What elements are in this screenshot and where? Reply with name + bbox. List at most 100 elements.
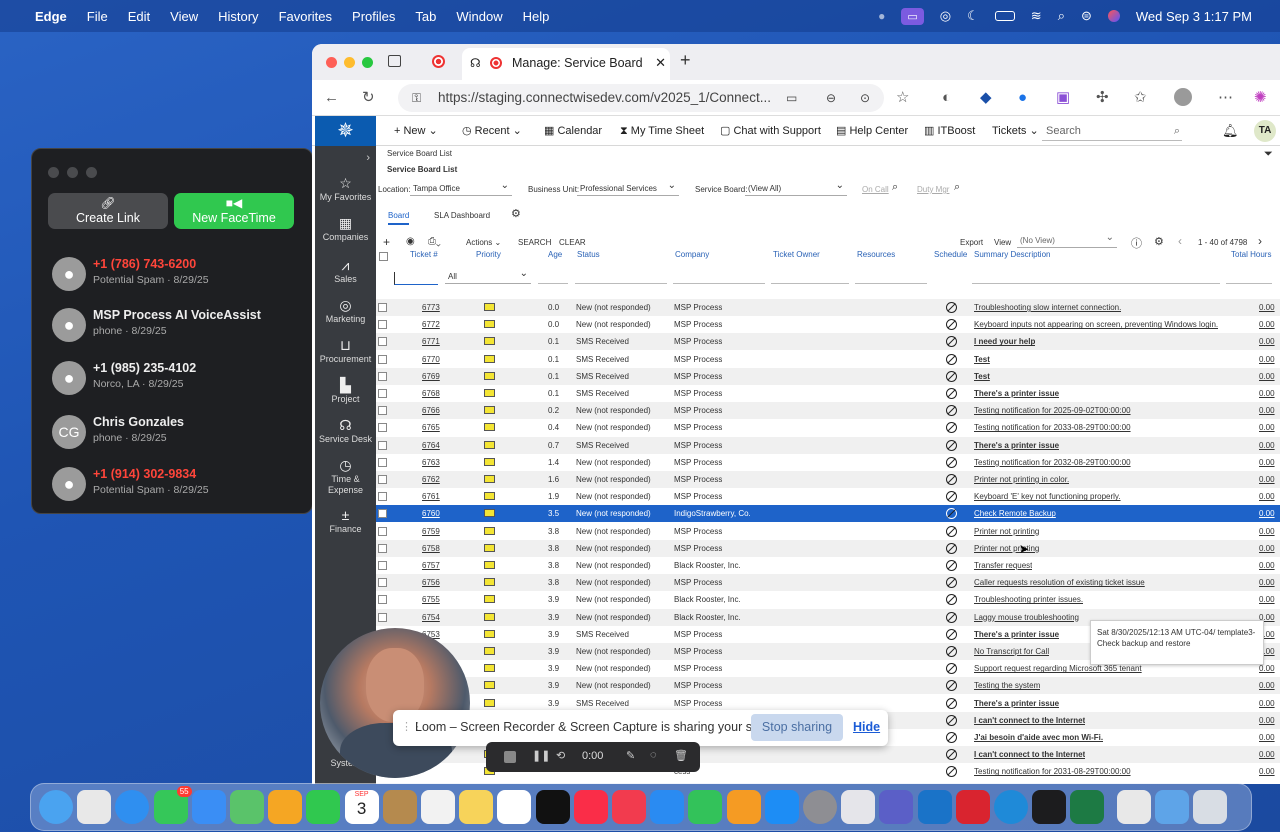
ticket-summary[interactable]: Check Remote Backup	[974, 505, 1056, 522]
downloads-icon[interactable]	[1154, 790, 1189, 824]
zoom-icon[interactable]: ⊖	[826, 84, 836, 112]
hide-button[interactable]: Hide	[853, 720, 880, 734]
parallels-icon[interactable]	[955, 790, 990, 824]
total-hours[interactable]: 0.00	[1259, 488, 1275, 505]
menubar-clock[interactable]: Wed Sep 3 1:17 PM	[1136, 9, 1252, 24]
schedule-icon[interactable]	[946, 646, 957, 657]
launchpad-icon[interactable]	[77, 790, 112, 824]
col-total-hours[interactable]: Total Hours	[1231, 250, 1271, 259]
refresh-icon[interactable]: ↻	[362, 90, 375, 106]
loom-camera-bubble[interactable]	[320, 628, 470, 778]
total-hours[interactable]: 0.00	[1259, 402, 1275, 419]
new-tab-button[interactable]: +	[680, 50, 691, 71]
ticket-row[interactable]: 6760 3.5 New (not responded) IndigoStrawber…	[376, 505, 1280, 523]
schedule-icon[interactable]	[946, 663, 957, 675]
filter-icon[interactable]: ⏷	[1264, 148, 1273, 161]
mail-icon[interactable]	[191, 790, 226, 824]
new-menu[interactable]: + New ⌄	[394, 116, 438, 146]
maps-icon[interactable]	[230, 790, 264, 824]
location-select[interactable]: Tampa Office	[410, 179, 512, 196]
ticket-summary[interactable]: Laggy mouse troubleshooting	[974, 609, 1079, 626]
ticket-row[interactable]: 6770 0.1 SMS Received MSP Process Test 0.00	[376, 351, 1280, 368]
export-button[interactable]: Export	[960, 238, 983, 247]
row-checkbox[interactable]	[378, 389, 387, 398]
close-window-button[interactable]	[326, 57, 337, 68]
control-center-icon[interactable]: ⊜	[1081, 8, 1092, 24]
more-menu-icon[interactable]: ⋯	[1218, 90, 1233, 106]
schedule-icon[interactable]	[946, 542, 957, 554]
schedule-icon[interactable]	[946, 370, 957, 382]
recent-call-item[interactable]: ● +1 (985) 235-4102 Norco, LA · 8/29/25	[52, 357, 302, 397]
menu-app-name[interactable]: Edge	[35, 9, 67, 24]
ticket-summary[interactable]: Keyboard 'E' key not functioning properl…	[974, 488, 1121, 505]
ticket-row[interactable]: 6755 3.9 New (not responded) Black Rooster,…	[376, 591, 1280, 608]
appletv-icon[interactable]	[535, 790, 570, 824]
extension-2-icon[interactable]: ◆	[980, 90, 992, 106]
sidebar-item-project[interactable]: ▙ Project	[315, 376, 376, 405]
menu-tab[interactable]: Tab	[415, 9, 436, 24]
status-filter[interactable]	[575, 283, 667, 284]
ticket-number[interactable]: 6769	[422, 368, 440, 385]
help-icon[interactable]: ⓘ	[1131, 235, 1142, 251]
breadcrumb[interactable]: Service Board List	[387, 149, 452, 158]
tab-board[interactable]: Board	[388, 211, 410, 225]
total-hours[interactable]: 0.00	[1259, 333, 1275, 350]
owner-filter[interactable]	[771, 283, 849, 284]
recent-call-item[interactable]: CG Chris Gonzales phone · 8/29/25	[52, 411, 302, 451]
row-checkbox[interactable]	[378, 303, 387, 312]
teams-icon[interactable]	[879, 790, 914, 824]
total-hours[interactable]: 0.00	[1259, 523, 1275, 540]
sidebar-item-service-desk[interactable]: ☊ Service Desk	[315, 416, 376, 445]
ticket-row[interactable]: 3.9 New (not responded) MSP Process Testing…	[376, 677, 1280, 695]
ticket-summary[interactable]: Transfer request	[974, 557, 1032, 574]
schedule-icon[interactable]	[946, 594, 957, 606]
extension-4-icon[interactable]: ▣	[1056, 90, 1070, 106]
row-checkbox[interactable]	[378, 440, 387, 450]
ticket-number[interactable]: 6773	[422, 299, 440, 316]
extension-1-icon[interactable]: ◐	[942, 90, 951, 106]
stop-sharing-button[interactable]: Stop sharing	[751, 714, 843, 741]
sidebar-item-favorites[interactable]: ☆ My Favorites	[315, 174, 376, 203]
ticket-row[interactable]: 6762 1.6 New (not responded) MSP Process Pri…	[376, 471, 1280, 488]
ticket-number[interactable]: 6765	[422, 419, 440, 436]
schedule-icon[interactable]	[946, 474, 957, 485]
excel-icon[interactable]	[1070, 790, 1105, 824]
reminders-icon[interactable]	[421, 790, 455, 824]
ticket-number[interactable]: 6762	[422, 471, 440, 488]
ticket-summary[interactable]: Printer not printing	[974, 540, 1039, 557]
total-hours[interactable]: 0.00	[1259, 299, 1275, 316]
total-hours[interactable]: 0.00	[1259, 763, 1275, 780]
recent-call-item[interactable]: ● +1 (786) 743-6200 Potential Spam · 8/29/…	[52, 253, 302, 293]
spotlight-search-icon[interactable]: ⌕	[1058, 8, 1065, 24]
create-link-button[interactable]: 🔗︎ Create Link	[48, 193, 168, 229]
system-settings-icon[interactable]	[803, 790, 837, 824]
menu-file[interactable]: File	[87, 9, 108, 24]
edge-icon[interactable]	[994, 790, 1028, 824]
timesheet-link[interactable]: ⧗ My Time Sheet	[620, 116, 704, 146]
ticket-number[interactable]: 6761	[422, 488, 440, 505]
schedule-icon[interactable]	[946, 766, 957, 778]
ticket-summary[interactable]: Printer not printing in color.	[974, 471, 1069, 488]
schedule-icon[interactable]	[946, 525, 957, 537]
total-hours[interactable]: 0.00	[1259, 540, 1275, 557]
ticket-row[interactable]: 6764 0.7 SMS Received MSP Process There's a …	[376, 436, 1280, 454]
schedule-icon[interactable]	[946, 302, 957, 313]
teams-icon-a[interactable]	[841, 790, 876, 824]
freeform-icon[interactable]	[497, 790, 532, 824]
ticket-row[interactable]: 6769 0.1 SMS Received MSP Process Test 0.00	[376, 367, 1280, 385]
schedule-icon[interactable]	[946, 405, 957, 417]
close-window-button[interactable]	[48, 167, 59, 178]
ticket-row[interactable]: 6765 0.4 New (not responded) MSP Process Tes…	[376, 419, 1280, 436]
total-hours[interactable]: 0.00	[1259, 746, 1275, 763]
quicktime-icon[interactable]	[1032, 790, 1067, 824]
menu-profiles[interactable]: Profiles	[352, 9, 395, 24]
col-summary[interactable]: Summary Description	[974, 250, 1050, 259]
total-hours[interactable]: 0.00	[1259, 368, 1275, 385]
ticket-summary[interactable]: Testing notification for 2031-08-29T00:0…	[974, 763, 1131, 780]
total-hours[interactable]: 0.00	[1259, 437, 1275, 454]
col-ticket-num[interactable]: Ticket #	[410, 250, 438, 259]
schedule-icon[interactable]	[946, 491, 957, 503]
pause-icon[interactable]: ❚❚	[532, 749, 550, 762]
favorite-star-icon[interactable]: ☆	[896, 90, 909, 106]
profile-avatar[interactable]	[1174, 88, 1192, 106]
